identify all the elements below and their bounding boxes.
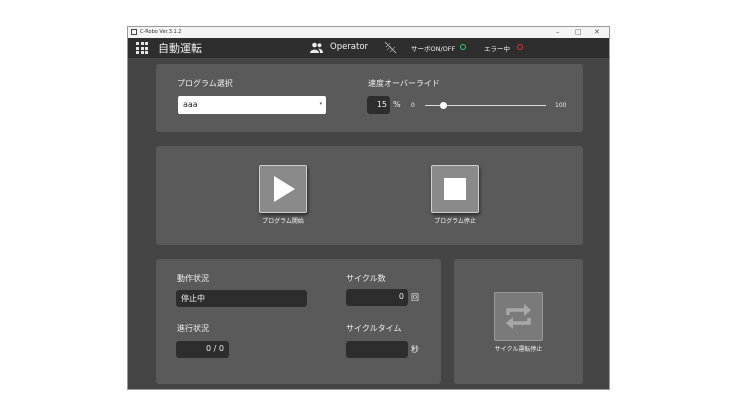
speed-unit: % xyxy=(393,100,401,109)
users-icon[interactable] xyxy=(310,42,323,53)
cycle-operation-card: サイクル運転停止 xyxy=(454,259,583,384)
cycle-count-unit: 回 xyxy=(411,293,419,302)
program-settings-card: プログラム選択 aaa ▾ 速度オーバーライド 15 % 0 100 xyxy=(156,64,583,132)
cycle-time-unit: 秒 xyxy=(411,345,419,354)
cycle-stop-label: サイクル運転停止 xyxy=(494,346,543,353)
app-window: C-Robo Ver.3.1.2 – □ ✕ 自動運転 Operator サーボ… xyxy=(127,26,610,390)
window-titlebar: C-Robo Ver.3.1.2 – □ ✕ xyxy=(128,27,609,38)
stop-icon xyxy=(444,178,466,200)
program-start-button[interactable] xyxy=(259,165,307,213)
servo-status-icon[interactable] xyxy=(460,44,466,50)
app-icon xyxy=(131,29,137,35)
program-control-card: プログラム開始 プログラム停止 xyxy=(156,146,583,245)
close-icon[interactable]: ✕ xyxy=(594,28,600,36)
menu-grid-icon[interactable] xyxy=(136,42,148,54)
repeat-icon xyxy=(506,304,531,329)
play-icon xyxy=(274,176,295,202)
speed-slider-thumb[interactable] xyxy=(439,102,447,109)
speed-value-field[interactable]: 15 xyxy=(367,96,390,114)
slider-max-label: 100 xyxy=(555,102,567,109)
progress-status-label: 進行状況 xyxy=(177,324,209,333)
servo-label: サーボON/OFF xyxy=(411,45,456,53)
slider-min-label: 0 xyxy=(411,102,415,109)
status-card: 動作状況 停止中 進行状況 0 / 0 サイクル数 0 回 サイクルタイム 秒 xyxy=(156,259,441,384)
program-stop-button[interactable] xyxy=(431,165,479,213)
program-stop-label: プログラム停止 xyxy=(434,218,476,225)
maximize-icon[interactable]: □ xyxy=(575,28,582,36)
user-label[interactable]: Operator xyxy=(330,42,368,52)
app-header: 自動運転 Operator サーボON/OFF エラー中 xyxy=(128,38,609,58)
program-start-label: プログラム開始 xyxy=(262,218,304,225)
error-label: エラー中 xyxy=(484,45,510,53)
program-select[interactable]: aaa ▾ xyxy=(178,96,326,114)
cycle-count-label: サイクル数 xyxy=(346,274,386,283)
window-title: C-Robo Ver.3.1.2 xyxy=(140,29,182,35)
cycle-time-value xyxy=(346,341,408,358)
progress-status-value: 0 / 0 xyxy=(176,341,229,358)
operation-status-label: 動作状況 xyxy=(177,274,209,283)
chevron-down-icon: ▾ xyxy=(319,101,322,107)
error-status-icon xyxy=(517,44,523,50)
minimize-icon[interactable]: – xyxy=(556,28,560,36)
disconnected-icon xyxy=(384,41,397,54)
page-title: 自動運転 xyxy=(158,42,202,55)
program-select-value: aaa xyxy=(183,100,198,109)
speed-override-label: 速度オーバーライド xyxy=(368,79,440,88)
operation-status-value: 停止中 xyxy=(176,290,307,307)
cycle-count-value: 0 xyxy=(346,289,408,306)
cycle-time-label: サイクルタイム xyxy=(346,324,402,333)
program-select-label: プログラム選択 xyxy=(177,79,233,88)
cycle-stop-button[interactable] xyxy=(494,292,543,341)
